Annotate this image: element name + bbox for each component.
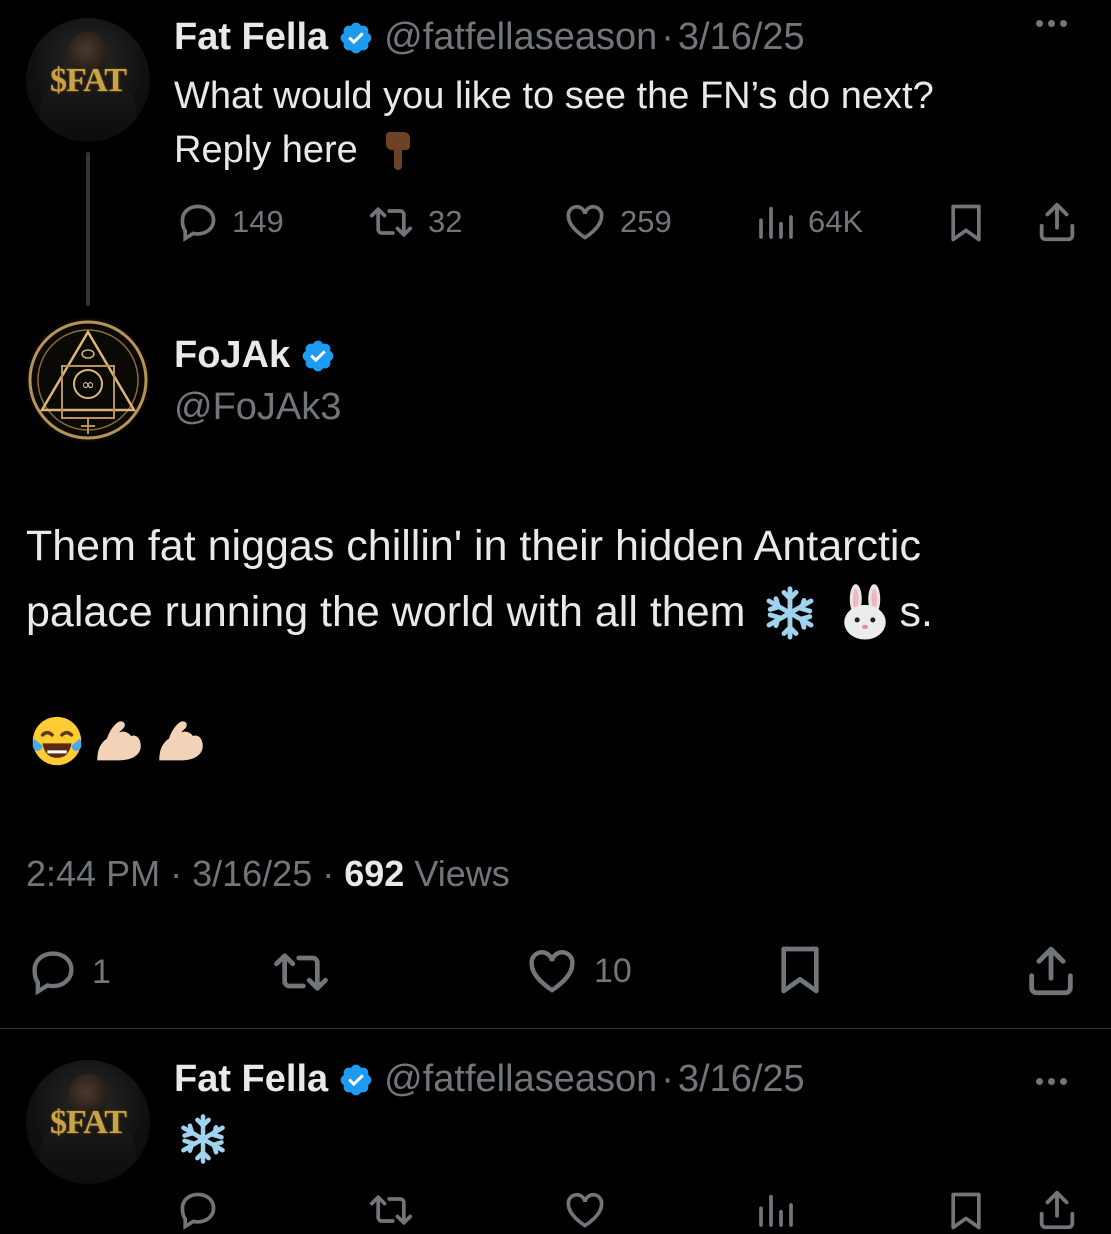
reply-icon (180, 204, 216, 242)
share-icon[interactable] (1022, 940, 1080, 1002)
retweet-icon[interactable] (268, 944, 334, 1000)
separator-dot: · (661, 1058, 674, 1100)
tweet-text: s. (899, 588, 933, 636)
flexed-biceps-emoji-icon (97, 721, 141, 761)
verified-badge-icon (340, 1064, 372, 1095)
views-count: 692 (344, 853, 405, 894)
tweet-text: palace running the world with all them (26, 588, 746, 636)
reply-button[interactable]: 1 (26, 946, 111, 998)
reply-icon[interactable] (176, 1188, 220, 1232)
retweet-button[interactable]: 32 (366, 200, 462, 244)
tweet-header: FoJAk (174, 334, 336, 377)
views-label: Views (414, 853, 510, 894)
verified-badge-icon (302, 340, 334, 371)
tweet-text-line: What would you like to see the FN’s do n… (174, 75, 934, 117)
bookmark-icon[interactable] (944, 200, 988, 246)
flexed-biceps-emoji-icon (159, 721, 203, 761)
reply-icon (32, 951, 74, 996)
views-button[interactable]: 64K (756, 200, 863, 244)
tweet-time[interactable]: 2:44 PM (26, 853, 160, 894)
analytics-icon (759, 206, 793, 239)
user-handle[interactable]: @FoJAk3 (174, 386, 341, 429)
alchemy-symbol-icon: ∞ (28, 320, 148, 440)
bookmark-icon[interactable] (772, 940, 828, 1000)
rabbit-face-emoji-icon (844, 583, 887, 640)
tweet-date[interactable]: 3/16/25 (678, 1058, 805, 1101)
heart-icon (566, 204, 604, 240)
avatar-logo-text: $FAT (50, 1104, 127, 1141)
avatar-logo-text: $FAT (50, 62, 127, 99)
heart-icon (529, 950, 575, 993)
tweet-date[interactable]: 3/16/25 (678, 16, 805, 59)
tweet-text-line: Them fat niggas chillin' in their hidden… (26, 522, 921, 570)
reply-count: 149 (232, 204, 284, 239)
like-count: 259 (620, 204, 672, 239)
avatar[interactable]: $FAT (26, 1060, 150, 1184)
avatar[interactable]: $FAT (26, 18, 150, 142)
retweet-icon (369, 207, 413, 237)
tweet-date[interactable]: 3/16/25 (192, 853, 312, 894)
bookmark-icon[interactable] (944, 1188, 988, 1234)
user-handle[interactable]: @fatfellaseason (384, 1058, 657, 1101)
tweet-header: Fat Fella @fatfellaseason · 3/16/25 (174, 1058, 805, 1101)
like-count: 10 (594, 951, 632, 990)
snowflake-emoji-icon (181, 1114, 225, 1164)
like-button[interactable]: 10 (522, 944, 632, 998)
more-options-icon[interactable] (1036, 20, 1067, 27)
views-count: 64K (808, 204, 864, 239)
user-handle[interactable]: @fatfellaseason (384, 16, 657, 59)
avatar[interactable]: ∞ (26, 318, 150, 442)
reply-count: 1 (92, 952, 111, 991)
display-name[interactable]: FoJAk (174, 334, 290, 377)
separator-dot: · (170, 853, 183, 894)
separator-dot: · (322, 853, 335, 894)
emoji-row (28, 712, 210, 770)
display-name[interactable]: Fat Fella (174, 1058, 328, 1101)
heart-icon[interactable] (562, 1188, 608, 1232)
more-options-icon[interactable] (1036, 1078, 1067, 1085)
tears-of-joy-emoji-icon (32, 716, 82, 766)
display-name[interactable]: Fat Fella (174, 16, 328, 59)
retweet-count: 32 (428, 204, 463, 239)
share-icon[interactable] (1034, 198, 1080, 246)
divider (0, 1028, 1111, 1029)
tweet-text: Reply here (174, 129, 358, 171)
verified-badge-icon (340, 22, 372, 53)
svg-text:∞: ∞ (81, 375, 94, 394)
thread-connector-line (86, 152, 90, 306)
tweet-metadata: 2:44 PM · 3/16/25 · 692 Views (26, 853, 510, 895)
share-icon[interactable] (1034, 1186, 1080, 1234)
snowflake-emoji-icon (767, 585, 814, 640)
tweet-text-line: palace running the world with all them s… (26, 582, 933, 643)
reply-button[interactable]: 149 (176, 200, 284, 244)
pointing-down-emoji-icon (385, 132, 410, 170)
retweet-icon[interactable] (366, 1188, 416, 1232)
analytics-icon[interactable] (756, 1188, 796, 1232)
tweet-text-line: Reply here (174, 125, 416, 175)
tweet-header: Fat Fella @fatfellaseason · 3/16/25 (174, 16, 805, 59)
separator-dot: · (661, 16, 674, 58)
like-button[interactable]: 259 (562, 200, 672, 244)
